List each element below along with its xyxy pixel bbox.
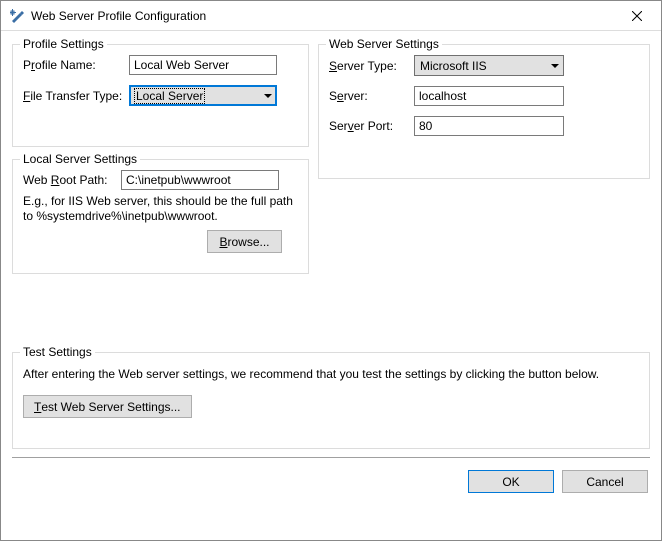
local-server-settings-group: Local Server Settings Web Root Path: E.g… <box>12 159 309 274</box>
web-server-settings-group: Web Server Settings Server Type: Microso… <box>318 44 650 179</box>
web-root-hint: E.g., for IIS Web server, this should be… <box>23 194 298 224</box>
window-title: Web Server Profile Configuration <box>31 9 614 23</box>
chevron-down-icon <box>551 64 559 68</box>
cancel-button[interactable]: Cancel <box>562 470 648 493</box>
file-transfer-type-label: File Transfer Type: <box>23 89 129 103</box>
test-settings-group: Test Settings After entering the Web ser… <box>12 352 650 449</box>
test-settings-text: After entering the Web server settings, … <box>23 367 639 381</box>
test-web-server-settings-button[interactable]: Test Web Server Settings... <box>23 395 192 418</box>
profile-name-label: Profile Name: <box>23 58 129 72</box>
server-port-input[interactable] <box>414 116 564 136</box>
dialog-content: Profile Settings Profile Name: File Tran… <box>1 31 661 503</box>
file-transfer-type-select[interactable]: Local Server <box>129 85 277 106</box>
local-server-settings-legend: Local Server Settings <box>20 152 140 166</box>
chevron-down-icon <box>264 94 272 98</box>
server-input[interactable] <box>414 86 564 106</box>
server-type-select[interactable]: Microsoft IIS <box>414 55 564 76</box>
footer-buttons: OK Cancel <box>12 470 650 493</box>
web-server-settings-legend: Web Server Settings <box>326 37 442 51</box>
ok-button[interactable]: OK <box>468 470 554 493</box>
title-bar: Web Server Profile Configuration <box>1 1 661 31</box>
web-root-path-input[interactable] <box>121 170 279 190</box>
profile-name-input[interactable] <box>129 55 277 75</box>
server-port-label: Server Port: <box>329 119 414 133</box>
footer-separator <box>12 457 650 458</box>
server-type-label: Server Type: <box>329 59 414 73</box>
app-icon <box>9 8 25 24</box>
close-button[interactable] <box>614 2 659 30</box>
server-label: Server: <box>329 89 414 103</box>
web-root-path-label: Web Root Path: <box>23 173 121 187</box>
browse-button[interactable]: Browse... <box>207 230 282 253</box>
test-settings-legend: Test Settings <box>20 345 95 359</box>
profile-settings-group: Profile Settings Profile Name: File Tran… <box>12 44 309 147</box>
profile-settings-legend: Profile Settings <box>20 37 107 51</box>
